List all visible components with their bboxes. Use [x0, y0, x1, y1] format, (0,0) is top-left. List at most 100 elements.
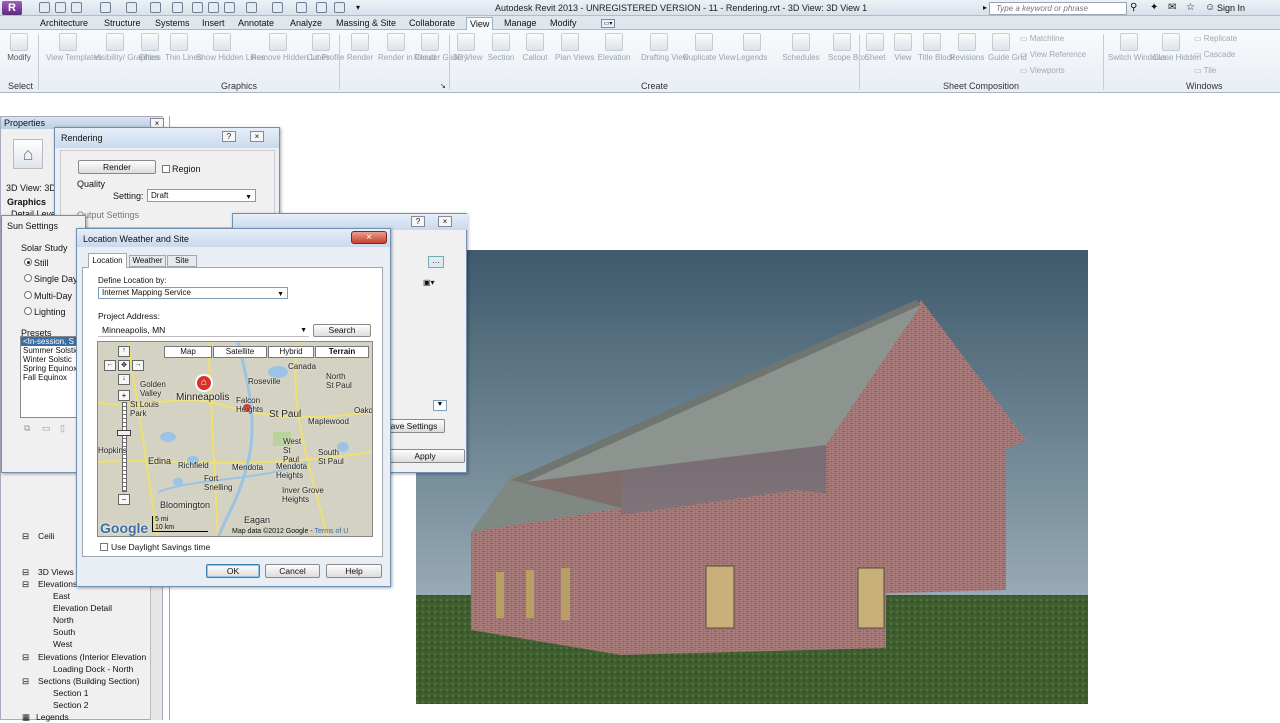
help-icon[interactable]: ?: [411, 216, 425, 227]
default-3d-icon[interactable]: [246, 2, 257, 13]
single-day-radio[interactable]: [24, 274, 32, 282]
tab-annotate[interactable]: Annotate: [235, 17, 277, 30]
schedules-tool[interactable]: Schedules: [779, 33, 823, 62]
tab-manage[interactable]: Manage: [501, 17, 540, 30]
graphics-group[interactable]: Graphics: [7, 197, 46, 207]
qat-dropdown-icon[interactable]: ▾: [356, 3, 360, 12]
replicate-tool[interactable]: ▭ Replicate: [1194, 34, 1237, 43]
remove-hidden-lines-tool[interactable]: Remove Hidden Lines: [251, 33, 330, 62]
sheet-tool[interactable]: Sheet: [862, 33, 888, 62]
elevation-tool[interactable]: Elevation: [594, 33, 634, 62]
redo-icon[interactable]: [126, 2, 137, 13]
daylight-savings-checkbox[interactable]: [100, 543, 108, 551]
dropdown-arrow-icon[interactable]: ▼: [433, 400, 447, 411]
help-search-input[interactable]: [990, 3, 1120, 14]
tab-analyze[interactable]: Analyze: [287, 17, 325, 30]
tree-item[interactable]: South: [53, 627, 75, 637]
tree-item[interactable]: Loading Dock - North: [53, 664, 133, 674]
duplicate-preset-icon[interactable]: ⧉: [24, 423, 30, 434]
rename-preset-icon[interactable]: ▭: [42, 423, 51, 434]
view-templates-tool[interactable]: View Templates: [46, 33, 102, 62]
close-hidden-icon[interactable]: [316, 2, 327, 13]
delete-preset-icon[interactable]: ▯: [60, 423, 65, 434]
close-button[interactable]: ×: [351, 231, 387, 244]
pan-center-icon[interactable]: ✥: [118, 360, 130, 371]
cancel-button[interactable]: Cancel: [265, 564, 320, 578]
tree-expand-icon[interactable]: ⊟: [22, 567, 29, 578]
map-type-satellite[interactable]: Satellite: [213, 346, 267, 358]
quality-setting-select[interactable]: Draft ▼: [147, 189, 256, 202]
help-button[interactable]: Help: [326, 564, 382, 578]
subscription-icon[interactable]: ✦: [1150, 2, 1158, 13]
filters-tool[interactable]: Filters: [137, 33, 163, 62]
pan-up-icon[interactable]: ↑: [118, 346, 130, 357]
tree-item[interactable]: Section 1: [53, 688, 88, 698]
save-icon[interactable]: [55, 2, 66, 13]
scope-box-tool[interactable]: Scope Box: [828, 33, 867, 62]
callout-tool[interactable]: Callout: [519, 33, 551, 62]
view-tool[interactable]: View: [891, 33, 915, 62]
cascade-tool[interactable]: ▭ Cascade: [1194, 50, 1235, 59]
favorites-icon[interactable]: ☆: [1186, 2, 1195, 13]
tag-icon[interactable]: [208, 2, 219, 13]
tree-item[interactable]: Elevation Detail: [53, 603, 112, 613]
lighting-radio[interactable]: [24, 307, 32, 315]
text-icon[interactable]: [224, 2, 235, 13]
close-icon[interactable]: ×: [250, 131, 264, 142]
map-type-terrain[interactable]: Terrain: [315, 346, 369, 358]
render-in-cloud-tool[interactable]: Render in Cloud: [378, 33, 436, 62]
plan-views-tool[interactable]: Plan Views: [555, 33, 594, 62]
undo-icon[interactable]: [100, 2, 111, 13]
tree-item[interactable]: Sections (Building Section): [38, 676, 140, 686]
matchline-tool[interactable]: ▭ Matchline: [1020, 34, 1064, 43]
section-tool[interactable]: Section: [485, 33, 517, 62]
tree-item[interactable]: Elevations: [38, 579, 77, 589]
duplicate-view-tool[interactable]: Duplicate View: [683, 33, 736, 62]
still-radio[interactable]: [24, 258, 32, 266]
render-gallery-tool[interactable]: Render Gallery: [414, 33, 468, 62]
binoculars-icon[interactable]: ⚲: [1130, 2, 1137, 13]
tree-item[interactable]: East: [53, 591, 70, 601]
map-type-map[interactable]: Map: [164, 346, 212, 358]
pan-down-icon[interactable]: ↓: [118, 374, 130, 385]
tree-item[interactable]: North: [53, 615, 74, 625]
communication-icon[interactable]: ✉: [1168, 2, 1176, 13]
ok-button[interactable]: OK: [206, 564, 260, 578]
render-button[interactable]: Render: [78, 160, 156, 174]
switch-windows-icon[interactable]: [334, 2, 345, 13]
pan-right-icon[interactable]: →: [132, 360, 144, 371]
browse-button[interactable]: …: [428, 256, 444, 268]
tab-structure[interactable]: Structure: [101, 17, 144, 30]
tab-insert[interactable]: Insert: [199, 17, 228, 30]
search-button[interactable]: Search: [313, 324, 371, 337]
tab-architecture[interactable]: Architecture: [37, 17, 91, 30]
title-block-tool[interactable]: Title Block: [918, 33, 955, 62]
sun-path-icon[interactable]: ▣▾: [423, 278, 435, 287]
zoom-slider-handle[interactable]: [117, 430, 131, 436]
tree-item[interactable]: 3D Views: [38, 567, 74, 577]
save-settings-button[interactable]: ave Settings: [383, 419, 445, 433]
multi-day-radio[interactable]: [24, 291, 32, 299]
apply-button[interactable]: Apply: [385, 449, 465, 463]
help-icon[interactable]: ?: [222, 131, 236, 142]
tab-systems[interactable]: Systems: [152, 17, 193, 30]
measure-icon[interactable]: [172, 2, 183, 13]
panel-select[interactable]: Select: [8, 81, 33, 91]
zoom-out-icon[interactable]: −: [118, 494, 130, 505]
render-tool[interactable]: Render: [344, 33, 376, 62]
google-logo[interactable]: Google: [100, 520, 148, 536]
3d-view-tool[interactable]: 3D View: [453, 33, 483, 62]
thin-lines-icon[interactable]: [296, 2, 307, 13]
tab-location[interactable]: Location: [88, 253, 127, 268]
tab-collaborate[interactable]: Collaborate: [406, 17, 458, 30]
switch-windows-tool[interactable]: Switch Windows: [1108, 33, 1166, 62]
tree-expand-icon[interactable]: ⊟: [22, 531, 29, 542]
viewports-tool[interactable]: ▭ Viewports: [1020, 66, 1065, 75]
drafting-view-tool[interactable]: Drafting View: [641, 33, 688, 62]
tab-modify[interactable]: Modify: [547, 17, 580, 30]
close-hidden-tool[interactable]: Close Hidden: [1153, 33, 1201, 62]
show-hidden-lines-tool[interactable]: Show Hidden Lines: [196, 33, 265, 62]
tab-site[interactable]: Site: [167, 255, 197, 267]
dimension-icon[interactable]: [192, 2, 203, 13]
thin-lines-tool[interactable]: Thin Lines: [165, 33, 202, 62]
